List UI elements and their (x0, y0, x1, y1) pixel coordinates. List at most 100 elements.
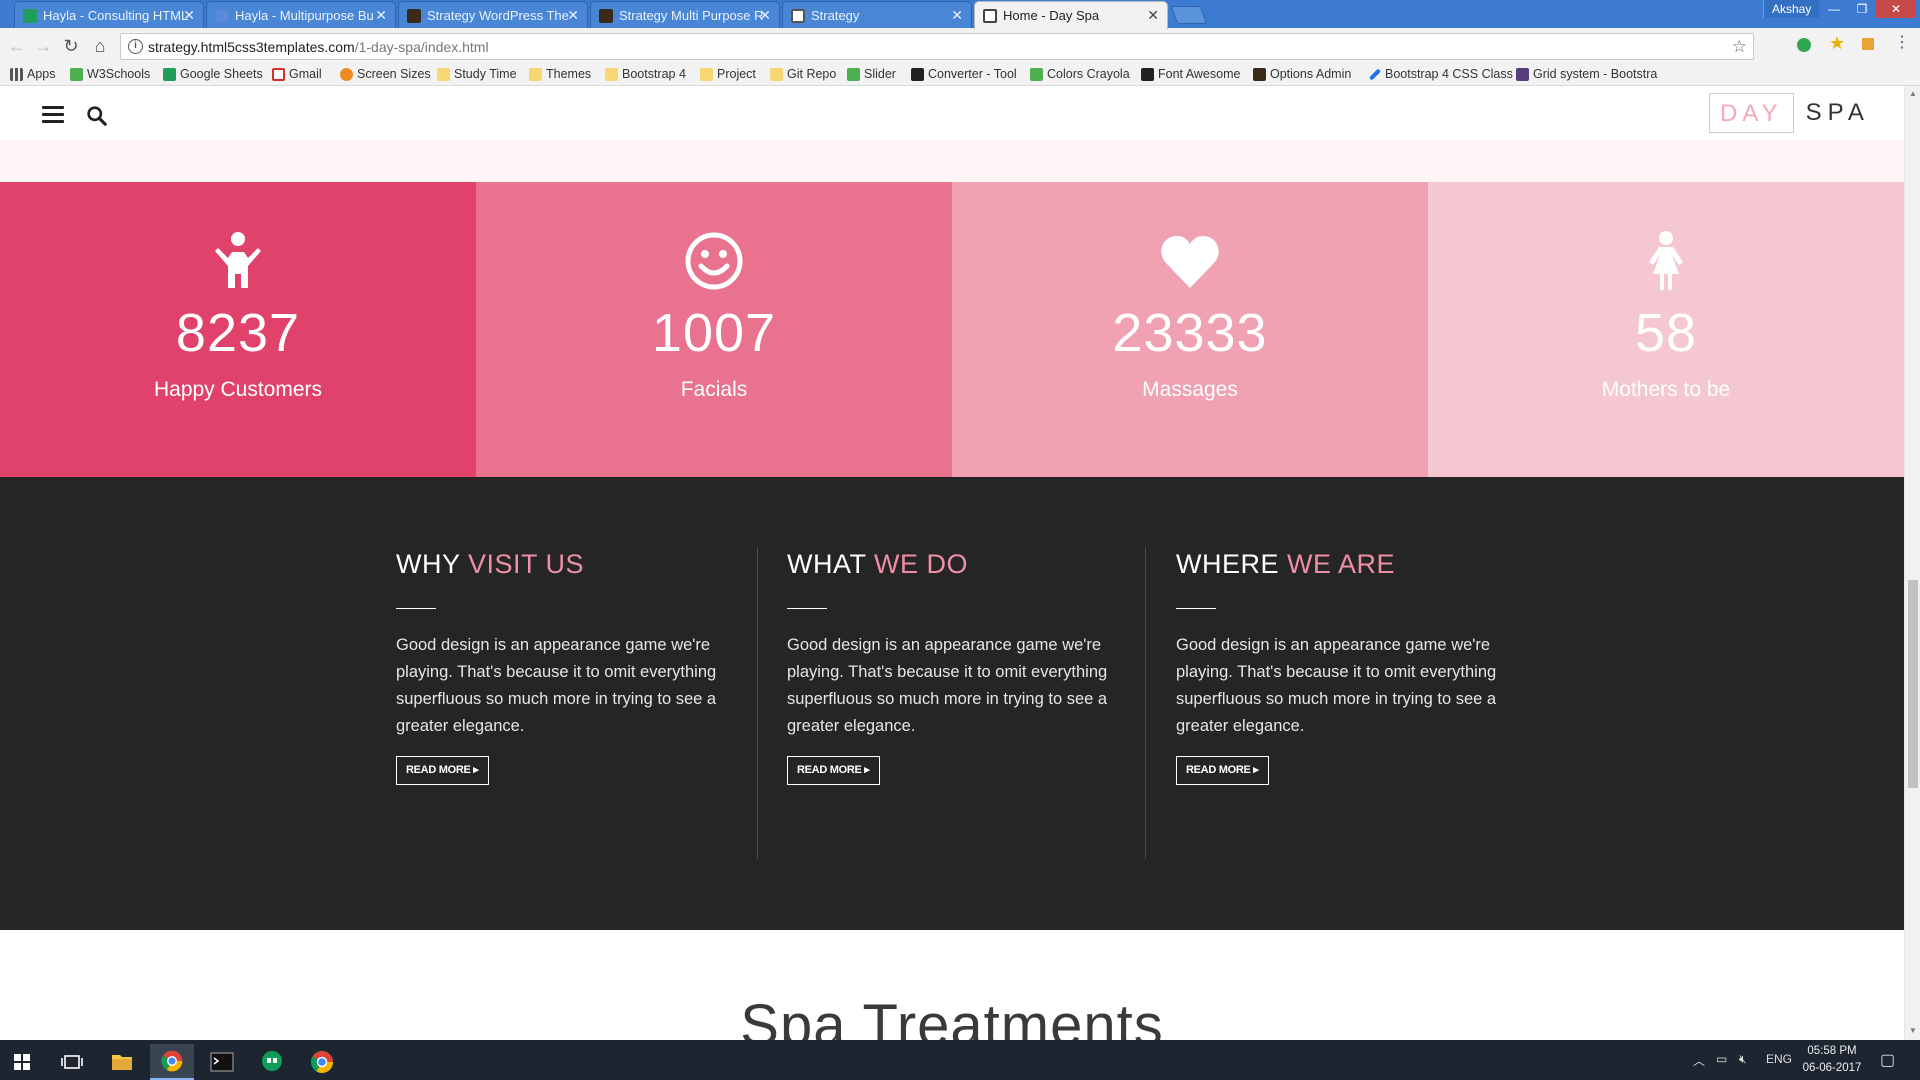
bookmark-label: Gmail (289, 67, 322, 81)
extension-folder-icon[interactable] (1862, 38, 1874, 50)
browser-tab[interactable]: Strategy ✕ (782, 1, 972, 28)
stat-number: 1007 (651, 303, 777, 363)
new-tab-button[interactable] (1170, 6, 1208, 24)
bookmark-label: Bootstrap 4 (622, 67, 686, 81)
chrome-taskbar-icon[interactable] (150, 1044, 194, 1080)
page-scrollbar[interactable]: ▲ ▼ (1904, 86, 1920, 1040)
bookmark-grid-system[interactable]: Grid system - Bootstra (1516, 67, 1657, 81)
info-icon[interactable]: i (128, 39, 143, 54)
document-favicon-icon (983, 9, 997, 23)
bookmark-options-admin[interactable]: Options Admin (1253, 67, 1351, 81)
bookmark-screen-sizes[interactable]: Screen Sizes (340, 67, 431, 81)
browser-menu-icon[interactable]: ⋮ (1894, 33, 1910, 53)
extension-star-icon[interactable]: ★ (1829, 34, 1847, 52)
browser-tab[interactable]: Hayla - Multipurpose Bu ✕ (206, 1, 396, 28)
bookmark-label: Screen Sizes (357, 67, 431, 81)
spa-treatments-heading: Spa Treatments (740, 993, 1164, 1040)
extension-green-icon[interactable] (1797, 38, 1811, 52)
chrome-canary-icon[interactable] (300, 1044, 344, 1080)
browser-tab-active[interactable]: Home - Day Spa ✕ (974, 1, 1168, 29)
notifications-icon[interactable]: ▢ (1880, 1050, 1895, 1070)
title-plain: WHERE (1176, 549, 1279, 579)
options-admin-icon (1253, 68, 1266, 81)
scroll-thumb[interactable] (1908, 580, 1918, 788)
terminal-icon[interactable] (200, 1044, 244, 1080)
bookmark-apps[interactable]: Apps (10, 67, 56, 81)
minimize-button[interactable]: — (1820, 0, 1848, 18)
volume-icon[interactable]: 🔇︎ (1739, 1052, 1747, 1067)
scroll-down-icon[interactable]: ▼ (1909, 1026, 1917, 1035)
window-close-button[interactable]: ✕ (1876, 0, 1916, 18)
stat-label: Facials (680, 378, 748, 401)
close-tab-icon[interactable]: ✕ (759, 2, 771, 28)
file-explorer-icon[interactable] (100, 1044, 144, 1080)
column-divider (1145, 547, 1146, 859)
page-viewport: DAY SPA 8237 Happy Customers 1007 Facial… (0, 86, 1904, 1040)
bookmark-bootstrap-css-class[interactable]: Bootstrap 4 CSS Class (1368, 67, 1513, 81)
globe-favicon-icon (215, 9, 229, 23)
clock[interactable]: 05:58 PM 06-06-2017 (1800, 1043, 1864, 1077)
task-view-icon[interactable] (50, 1044, 94, 1080)
search-icon[interactable] (86, 105, 107, 126)
pen-icon (1368, 68, 1382, 81)
browser-tab[interactable]: Hayla - Consulting HTML ✕ (14, 1, 204, 28)
network-icon[interactable]: ▭ (1716, 1052, 1727, 1066)
document-favicon-icon (791, 9, 805, 23)
child-icon (215, 232, 261, 288)
bookmark-label: Themes (546, 67, 592, 81)
tray-up-arrow-icon[interactable]: ︿ (1693, 1052, 1705, 1069)
tab-title: Strategy (811, 8, 860, 23)
stat-number: 23333 (1112, 303, 1268, 363)
bookmark-converter-tool[interactable]: Converter - Tool (911, 67, 1017, 81)
bookmark-slider[interactable]: Slider (847, 67, 896, 81)
title-underline (787, 608, 827, 609)
close-tab-icon[interactable]: ✕ (567, 2, 579, 28)
hangouts-icon[interactable] (250, 1044, 294, 1080)
bookmark-project[interactable]: Project (700, 67, 756, 81)
site-header: DAY SPA (0, 86, 1904, 140)
windows-start-icon[interactable] (0, 1044, 44, 1080)
scroll-up-icon[interactable]: ▲ (1909, 89, 1917, 98)
close-tab-icon[interactable]: ✕ (375, 2, 387, 28)
title-plain: WHY (396, 549, 461, 579)
close-tab-icon[interactable]: ✕ (951, 2, 963, 28)
hamburger-menu-icon[interactable] (42, 106, 64, 124)
bookmark-label: Bootstrap 4 CSS Class (1385, 67, 1513, 81)
site-logo[interactable]: DAY SPA (1709, 93, 1870, 133)
apps-grid-icon (10, 68, 23, 81)
stat-mothers-to-be: 58 Mothers to be (1428, 182, 1904, 477)
close-tab-icon[interactable]: ✕ (1147, 2, 1159, 29)
bookmark-themes[interactable]: Themes (529, 67, 591, 81)
home-button[interactable]: ⌂ (89, 35, 111, 57)
forward-button[interactable]: → (32, 35, 54, 57)
tab-title: Hayla - Multipurpose Bu (235, 8, 374, 23)
back-button[interactable]: ← (6, 35, 28, 57)
reload-button[interactable]: ↻ (60, 35, 82, 57)
bookmark-git-repo[interactable]: Git Repo (770, 67, 836, 81)
bookmark-study-time[interactable]: Study Time (437, 67, 517, 81)
bookmark-label: Git Repo (787, 67, 837, 81)
bookmark-star-icon[interactable]: ☆ (1732, 37, 1747, 57)
title-plain: WHAT (787, 549, 866, 579)
stat-label: Massages (1142, 378, 1238, 401)
browser-tab[interactable]: Strategy WordPress The ✕ (398, 1, 588, 28)
tab-title: Hayla - Consulting HTML (43, 8, 189, 23)
title-accent: WE DO (874, 549, 969, 579)
language-indicator[interactable]: ENG (1766, 1052, 1792, 1066)
read-more-button[interactable]: READ MORE ▸ (787, 756, 880, 785)
address-bar[interactable]: i strategy.html5css3templates.com/1-day-… (120, 33, 1754, 60)
restore-button[interactable]: ❐ (1848, 0, 1876, 18)
read-more-button[interactable]: READ MORE ▸ (396, 756, 489, 785)
bookmark-gmail[interactable]: Gmail (272, 67, 322, 81)
bookmark-colors-crayola[interactable]: Colors Crayola (1030, 67, 1130, 81)
browser-tab[interactable]: Strategy Multi Purpose R ✕ (590, 1, 780, 28)
read-more-button[interactable]: READ MORE ▸ (1176, 756, 1269, 785)
converter-icon (911, 68, 924, 81)
bookmark-font-awesome[interactable]: Font Awesome (1141, 67, 1240, 81)
profile-button[interactable]: Akshay (1763, 0, 1820, 18)
close-tab-icon[interactable]: ✕ (183, 2, 195, 28)
bookmark-label: Grid system - Bootstra (1533, 67, 1658, 81)
bookmark-w3schools[interactable]: W3Schools (70, 67, 150, 81)
bookmark-bootstrap-4[interactable]: Bootstrap 4 (605, 67, 686, 81)
bookmark-google-sheets[interactable]: Google Sheets (163, 67, 263, 81)
